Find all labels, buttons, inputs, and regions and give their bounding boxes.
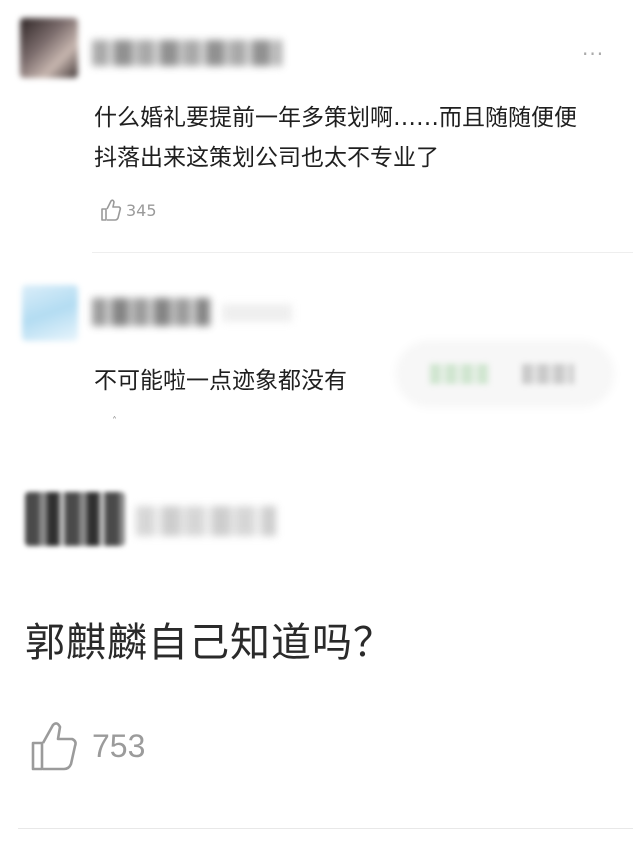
timestamp-blurred <box>222 304 292 322</box>
avatar[interactable] <box>22 285 78 341</box>
like-button[interactable]: 345 <box>100 198 157 222</box>
divider <box>92 252 633 253</box>
comment-text: 什么婚礼要提前一年多策划啊……而且随随便便抖落出来这策划公司也太不专业了 <box>94 105 577 171</box>
avatar[interactable] <box>20 18 78 78</box>
like-count: 753 <box>92 727 146 764</box>
reaction-pill-content-blurred <box>522 364 574 384</box>
thumbs-up-icon <box>31 722 77 771</box>
comment-text: 郭麒麟自己知道吗？ <box>25 620 394 666</box>
more-icon[interactable]: ··· <box>582 42 604 66</box>
like-count: 345 <box>126 200 157 220</box>
comment-text: 不可能啦一点迹象都没有 <box>94 368 347 394</box>
timestamp-blurred <box>136 506 276 536</box>
collapse-indicator-icon[interactable]: ˄ <box>112 416 117 427</box>
username-blurred[interactable] <box>92 298 210 326</box>
username-blurred[interactable] <box>25 492 125 546</box>
username-blurred[interactable] <box>92 40 282 66</box>
thumbs-up-icon <box>101 199 122 221</box>
reaction-pill-content-blurred <box>430 364 488 384</box>
like-button[interactable]: 753 <box>30 720 145 772</box>
divider <box>18 828 633 829</box>
